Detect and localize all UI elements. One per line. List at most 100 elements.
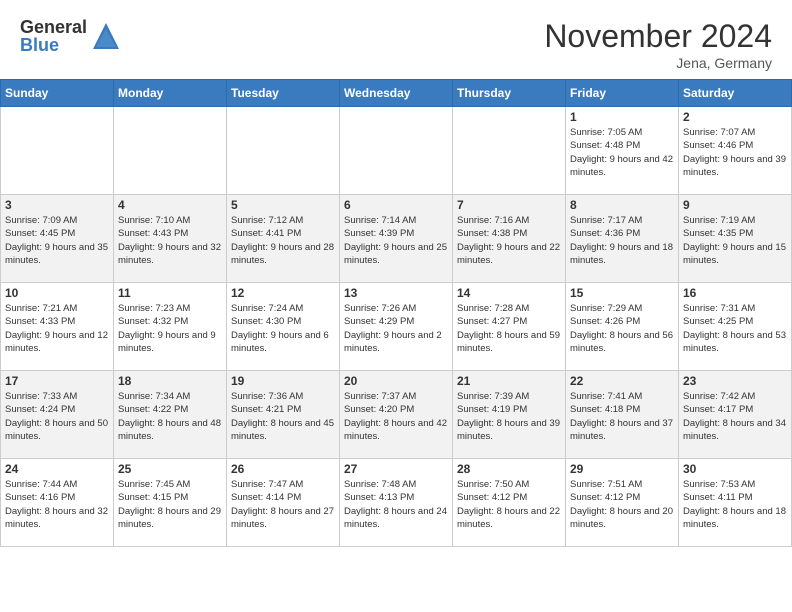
day-number: 23 [683,374,787,388]
day-info: Sunrise: 7:10 AM Sunset: 4:43 PM Dayligh… [118,214,222,267]
calendar-cell [227,107,340,195]
calendar-cell: 1 Sunrise: 7:05 AM Sunset: 4:48 PM Daylig… [566,107,679,195]
day-number: 12 [231,286,335,300]
calendar-cell [453,107,566,195]
day-number: 25 [118,462,222,476]
calendar-cell: 12 Sunrise: 7:24 AM Sunset: 4:30 PM Dayli… [227,283,340,371]
day-info: Sunrise: 7:26 AM Sunset: 4:29 PM Dayligh… [344,302,448,355]
day-info: Sunrise: 7:42 AM Sunset: 4:17 PM Dayligh… [683,390,787,443]
calendar-cell: 10 Sunrise: 7:21 AM Sunset: 4:33 PM Dayli… [1,283,114,371]
day-info: Sunrise: 7:53 AM Sunset: 4:11 PM Dayligh… [683,478,787,531]
day-number: 28 [457,462,561,476]
day-number: 22 [570,374,674,388]
calendar-cell: 28 Sunrise: 7:50 AM Sunset: 4:12 PM Dayli… [453,459,566,547]
day-number: 24 [5,462,109,476]
title-area: November 2024 Jena, Germany [544,18,772,71]
day-info: Sunrise: 7:34 AM Sunset: 4:22 PM Dayligh… [118,390,222,443]
calendar-day-header: Wednesday [340,80,453,107]
calendar-cell: 23 Sunrise: 7:42 AM Sunset: 4:17 PM Dayli… [679,371,792,459]
day-info: Sunrise: 7:24 AM Sunset: 4:30 PM Dayligh… [231,302,335,355]
day-info: Sunrise: 7:05 AM Sunset: 4:48 PM Dayligh… [570,126,674,179]
calendar-cell: 11 Sunrise: 7:23 AM Sunset: 4:32 PM Dayli… [114,283,227,371]
calendar-cell: 4Sunrise: 7:10 AM Sunset: 4:43 PM Daylig… [114,195,227,283]
day-info: Sunrise: 7:19 AM Sunset: 4:35 PM Dayligh… [683,214,787,267]
calendar-cell: 19 Sunrise: 7:36 AM Sunset: 4:21 PM Dayli… [227,371,340,459]
calendar-day-header: Sunday [1,80,114,107]
calendar-cell: 5 Sunrise: 7:12 AM Sunset: 4:41 PM Daylig… [227,195,340,283]
logo-icon [91,21,121,51]
day-number: 20 [344,374,448,388]
day-number: 21 [457,374,561,388]
day-number: 2 [683,110,787,124]
day-info: Sunrise: 7:23 AM Sunset: 4:32 PM Dayligh… [118,302,222,355]
day-info: Sunrise: 7:29 AM Sunset: 4:26 PM Dayligh… [570,302,674,355]
day-info: Sunrise: 7:09 AM Sunset: 4:45 PM Dayligh… [5,214,109,267]
logo-general-text: General [20,18,87,36]
day-info: Sunrise: 7:50 AM Sunset: 4:12 PM Dayligh… [457,478,561,531]
day-number: 9 [683,198,787,212]
calendar-week-row: 1 Sunrise: 7:05 AM Sunset: 4:48 PM Daylig… [1,107,792,195]
day-number: 11 [118,286,222,300]
day-number: 30 [683,462,787,476]
day-info: Sunrise: 7:41 AM Sunset: 4:18 PM Dayligh… [570,390,674,443]
calendar-day-header: Tuesday [227,80,340,107]
calendar-cell: 29 Sunrise: 7:51 AM Sunset: 4:12 PM Dayli… [566,459,679,547]
location: Jena, Germany [544,55,772,71]
day-number: 1 [570,110,674,124]
logo-blue-text: Blue [20,36,87,54]
calendar-table: SundayMondayTuesdayWednesdayThursdayFrid… [0,79,792,547]
day-number: 29 [570,462,674,476]
calendar-cell: 22 Sunrise: 7:41 AM Sunset: 4:18 PM Dayli… [566,371,679,459]
day-number: 18 [118,374,222,388]
day-info: Sunrise: 7:39 AM Sunset: 4:19 PM Dayligh… [457,390,561,443]
day-info: Sunrise: 7:28 AM Sunset: 4:27 PM Dayligh… [457,302,561,355]
calendar-cell: 3 Sunrise: 7:09 AM Sunset: 4:45 PM Daylig… [1,195,114,283]
day-info: Sunrise: 7:16 AM Sunset: 4:38 PM Dayligh… [457,214,561,267]
day-number: 7 [457,198,561,212]
day-number: 5 [231,198,335,212]
day-info: Sunrise: 7:31 AM Sunset: 4:25 PM Dayligh… [683,302,787,355]
day-number: 8 [570,198,674,212]
day-info: Sunrise: 7:36 AM Sunset: 4:21 PM Dayligh… [231,390,335,443]
day-number: 13 [344,286,448,300]
calendar-cell: 9 Sunrise: 7:19 AM Sunset: 4:35 PM Daylig… [679,195,792,283]
calendar-week-row: 24 Sunrise: 7:44 AM Sunset: 4:16 PM Dayli… [1,459,792,547]
calendar-cell: 27Sunrise: 7:48 AM Sunset: 4:13 PM Dayli… [340,459,453,547]
calendar-cell: 25 Sunrise: 7:45 AM Sunset: 4:15 PM Dayli… [114,459,227,547]
calendar-week-row: 17Sunrise: 7:33 AM Sunset: 4:24 PM Dayli… [1,371,792,459]
day-info: Sunrise: 7:21 AM Sunset: 4:33 PM Dayligh… [5,302,109,355]
calendar-day-header: Monday [114,80,227,107]
calendar-cell: 6Sunrise: 7:14 AM Sunset: 4:39 PM Daylig… [340,195,453,283]
calendar-week-row: 10 Sunrise: 7:21 AM Sunset: 4:33 PM Dayli… [1,283,792,371]
calendar-cell [1,107,114,195]
calendar-header-row: SundayMondayTuesdayWednesdayThursdayFrid… [1,80,792,107]
calendar-cell: 14 Sunrise: 7:28 AM Sunset: 4:27 PM Dayli… [453,283,566,371]
day-number: 15 [570,286,674,300]
calendar-cell [114,107,227,195]
calendar-cell: 15 Sunrise: 7:29 AM Sunset: 4:26 PM Dayli… [566,283,679,371]
day-number: 3 [5,198,109,212]
day-number: 14 [457,286,561,300]
logo: General Blue [20,18,121,54]
calendar-day-header: Thursday [453,80,566,107]
calendar-cell: 16Sunrise: 7:31 AM Sunset: 4:25 PM Dayli… [679,283,792,371]
day-info: Sunrise: 7:45 AM Sunset: 4:15 PM Dayligh… [118,478,222,531]
day-number: 10 [5,286,109,300]
calendar-cell: 26Sunrise: 7:47 AM Sunset: 4:14 PM Dayli… [227,459,340,547]
day-info: Sunrise: 7:48 AM Sunset: 4:13 PM Dayligh… [344,478,448,531]
page-header: General Blue November 2024 Jena, Germany [0,0,792,79]
month-title: November 2024 [544,18,772,55]
day-info: Sunrise: 7:47 AM Sunset: 4:14 PM Dayligh… [231,478,335,531]
day-info: Sunrise: 7:07 AM Sunset: 4:46 PM Dayligh… [683,126,787,179]
day-info: Sunrise: 7:51 AM Sunset: 4:12 PM Dayligh… [570,478,674,531]
calendar-cell: 13 Sunrise: 7:26 AM Sunset: 4:29 PM Dayli… [340,283,453,371]
day-info: Sunrise: 7:17 AM Sunset: 4:36 PM Dayligh… [570,214,674,267]
day-number: 19 [231,374,335,388]
day-info: Sunrise: 7:12 AM Sunset: 4:41 PM Dayligh… [231,214,335,267]
calendar-cell: 30 Sunrise: 7:53 AM Sunset: 4:11 PM Dayli… [679,459,792,547]
day-info: Sunrise: 7:44 AM Sunset: 4:16 PM Dayligh… [5,478,109,531]
calendar-cell: 17Sunrise: 7:33 AM Sunset: 4:24 PM Dayli… [1,371,114,459]
calendar-cell: 20Sunrise: 7:37 AM Sunset: 4:20 PM Dayli… [340,371,453,459]
calendar-cell: 2 Sunrise: 7:07 AM Sunset: 4:46 PM Daylig… [679,107,792,195]
day-info: Sunrise: 7:33 AM Sunset: 4:24 PM Dayligh… [5,390,109,443]
